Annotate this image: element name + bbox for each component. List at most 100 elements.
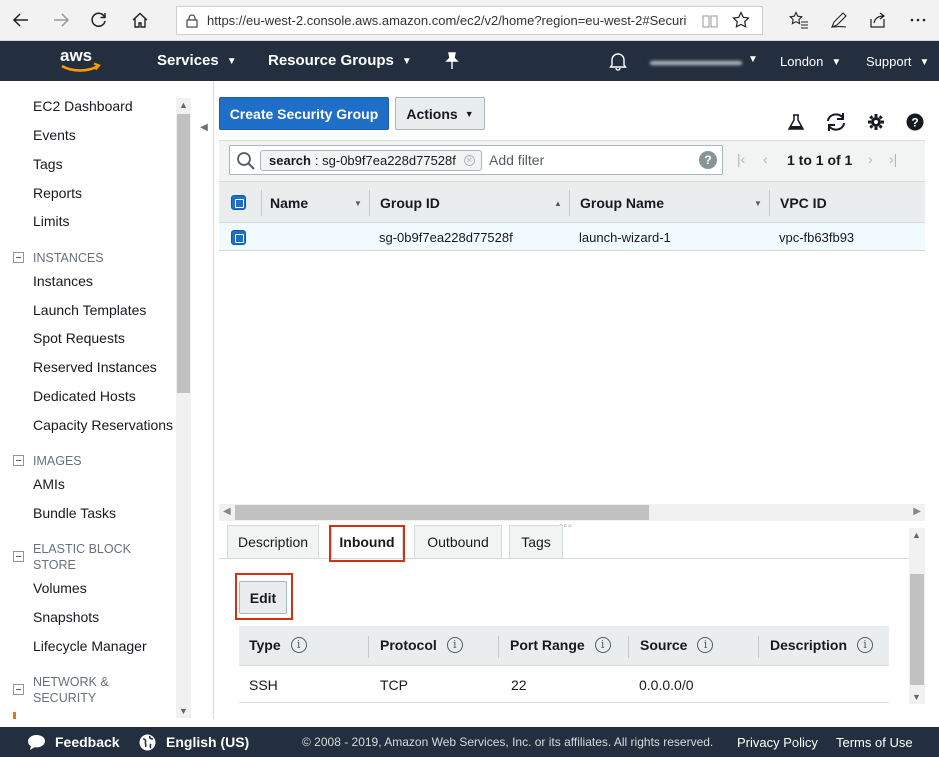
scroll-down-icon[interactable]: ▼ <box>179 706 188 716</box>
sidebar-item-events[interactable]: Events <box>33 127 76 143</box>
sidebar-item-reserved-instances[interactable]: Reserved Instances <box>33 359 157 375</box>
sidebar: EC2 Dashboard Events Tags Reports Limits… <box>0 81 192 719</box>
collapse-sidebar-icon[interactable]: ◀ <box>195 113 213 141</box>
sidebar-item-amis[interactable]: AMIs <box>33 476 65 492</box>
sidebar-scrollbar[interactable]: ▲ ▼ <box>176 98 191 718</box>
inbound-tab-highlight <box>329 525 405 562</box>
address-bar[interactable]: https://eu-west-2.console.aws.amazon.com… <box>176 6 763 35</box>
grid-horizontal-scrollbar[interactable]: ◀ ▶ <box>219 504 925 521</box>
info-icon[interactable]: i <box>697 637 714 653</box>
grid-header: Name ▼ Group ID ▲ Group Name ▼ VPC ID <box>219 181 925 223</box>
refresh-icon[interactable] <box>86 8 112 32</box>
sidebar-item-lifecycle-manager[interactable]: Lifecycle Manager <box>33 638 147 654</box>
create-security-group-button[interactable]: Create Security Group <box>219 97 389 130</box>
scrollbar-thumb[interactable] <box>910 574 924 685</box>
terms-of-use-link[interactable]: Terms of Use <box>836 735 913 750</box>
details-vertical-scrollbar[interactable]: ▲ ▼ <box>909 528 925 704</box>
sidebar-item-limits[interactable]: Limits <box>33 213 70 229</box>
pen-icon[interactable] <box>825 8 853 32</box>
collapse-network-icon[interactable] <box>13 684 24 695</box>
sidebar-item-ec2-dashboard[interactable]: EC2 Dashboard <box>33 98 133 114</box>
column-header-group-name[interactable]: Group Name <box>580 195 664 211</box>
sidebar-item-spot-requests[interactable]: Spot Requests <box>33 330 125 346</box>
sidebar-item-reports[interactable]: Reports <box>33 185 82 201</box>
filter-token[interactable]: search : sg-0b9f7ea228d77528f ✕ <box>260 150 482 171</box>
pin-icon[interactable] <box>444 52 460 73</box>
bell-icon[interactable] <box>609 51 627 74</box>
language-selector[interactable]: English (US) <box>166 734 249 750</box>
last-page-icon[interactable]: ›| <box>889 151 897 167</box>
reading-view-icon[interactable] <box>702 13 718 32</box>
scroll-up-icon[interactable]: ▲ <box>179 100 188 110</box>
rule-protocol: TCP <box>380 677 408 693</box>
support-menu[interactable]: Support ▼ <box>866 54 929 69</box>
collapse-instances-icon[interactable] <box>13 252 24 263</box>
region-menu[interactable]: London ▼ <box>780 54 841 69</box>
forward-icon[interactable] <box>48 8 74 32</box>
aws-logo[interactable]: aws <box>58 46 104 79</box>
sidebar-item-instances[interactable]: Instances <box>33 273 93 289</box>
flask-icon[interactable] <box>785 111 807 133</box>
collapse-ebs-icon[interactable] <box>13 551 24 562</box>
scroll-down-icon[interactable]: ▼ <box>912 692 921 702</box>
share-icon[interactable] <box>864 8 892 32</box>
back-icon[interactable] <box>8 8 34 32</box>
table-row[interactable]: sg-0b9f7ea228d77528f launch-wizard-1 vpc… <box>219 223 925 251</box>
actions-label: Actions <box>406 105 458 122</box>
filter-token-value: : sg-0b9f7ea228d77528f <box>314 153 456 168</box>
column-header-name[interactable]: Name <box>270 195 308 211</box>
info-icon[interactable]: i <box>290 637 307 653</box>
scroll-right-icon[interactable]: ▶ <box>913 506 921 517</box>
collapse-images-icon[interactable] <box>13 455 24 466</box>
sidebar-item-snapshots[interactable]: Snapshots <box>33 609 99 625</box>
sort-icon[interactable]: ▼ <box>354 199 362 208</box>
sort-ascending-icon[interactable]: ▲ <box>554 199 562 208</box>
sidebar-item-volumes[interactable]: Volumes <box>33 580 87 596</box>
scrollbar-thumb[interactable] <box>177 114 190 393</box>
sidebar-item-tags[interactable]: Tags <box>33 156 63 172</box>
info-icon[interactable]: i <box>594 637 611 653</box>
actions-button[interactable]: Actions ▼ <box>395 97 485 130</box>
column-header-vpc-id[interactable]: VPC ID <box>780 195 827 211</box>
gear-icon[interactable] <box>865 111 887 133</box>
sidebar-divider <box>213 81 214 719</box>
sidebar-item-launch-templates[interactable]: Launch Templates <box>33 302 146 318</box>
resource-groups-menu[interactable]: Resource Groups ▼ <box>268 52 412 69</box>
favorite-star-icon[interactable] <box>732 11 750 32</box>
scroll-left-icon[interactable]: ◀ <box>223 506 231 517</box>
more-menu-icon[interactable] <box>904 8 932 32</box>
row-checkbox[interactable] <box>231 230 246 245</box>
filter-input[interactable]: search : sg-0b9f7ea228d77528f ✕ Add filt… <box>229 145 723 175</box>
select-all-checkbox[interactable] <box>231 195 246 210</box>
column-header-group-id[interactable]: Group ID <box>380 195 440 211</box>
tab-outbound[interactable]: Outbound <box>414 525 502 559</box>
rule-column-port-range: Port Range i <box>510 637 611 653</box>
filter-help-icon[interactable]: ? <box>699 151 717 169</box>
column-separator <box>628 636 629 658</box>
sidebar-item-capacity-reservations[interactable]: Capacity Reservations <box>33 417 173 433</box>
scrollbar-thumb[interactable] <box>235 505 649 520</box>
sidebar-item-bundle-tasks[interactable]: Bundle Tasks <box>33 505 116 521</box>
remove-token-icon[interactable]: ✕ <box>463 155 475 166</box>
info-icon[interactable]: i <box>857 637 874 653</box>
tab-description[interactable]: Description <box>227 525 319 559</box>
column-separator <box>368 636 369 658</box>
sort-icon[interactable]: ▼ <box>754 199 762 208</box>
prev-page-icon[interactable]: ‹ <box>763 151 768 167</box>
info-icon[interactable]: i <box>446 637 463 653</box>
privacy-policy-link[interactable]: Privacy Policy <box>737 735 818 750</box>
services-menu[interactable]: Services ▼ <box>157 52 237 69</box>
tab-tags[interactable]: Tags <box>509 525 563 559</box>
favorites-list-icon[interactable] <box>785 8 813 32</box>
help-icon[interactable]: ? <box>904 111 926 133</box>
next-page-icon[interactable]: › <box>868 151 873 167</box>
feedback-link[interactable]: Feedback <box>55 734 120 750</box>
scroll-up-icon[interactable]: ▲ <box>912 530 921 540</box>
sidebar-item-dedicated-hosts[interactable]: Dedicated Hosts <box>33 388 136 404</box>
account-menu[interactable] <box>650 61 742 65</box>
column-separator <box>369 190 370 216</box>
first-page-icon[interactable]: |‹ <box>737 151 745 167</box>
rule-type: SSH <box>249 677 278 693</box>
home-icon[interactable] <box>127 8 153 32</box>
refresh-grid-icon[interactable] <box>825 111 847 133</box>
